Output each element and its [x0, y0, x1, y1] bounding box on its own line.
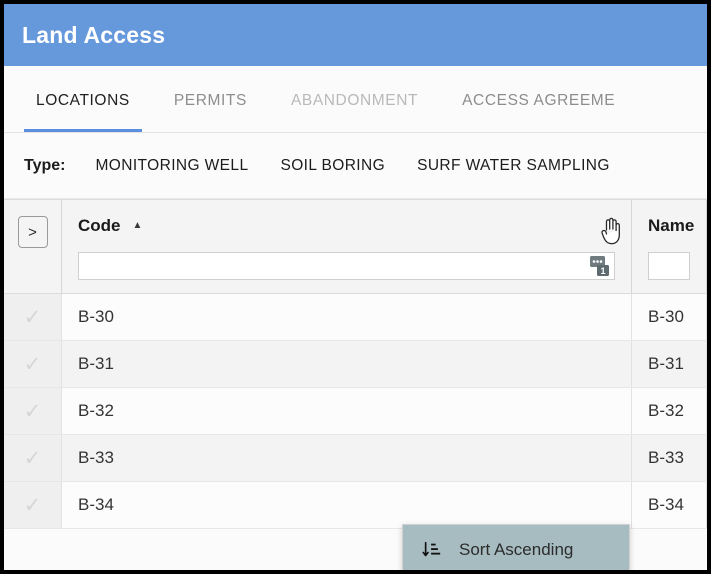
- table-row[interactable]: ✓ B-30 B-30: [4, 294, 707, 341]
- tab-label: ABANDONMENT: [290, 92, 419, 109]
- type-option-soil-boring[interactable]: SOIL BORING: [264, 157, 401, 175]
- cell-code: B-33: [62, 435, 632, 481]
- tab-access-agreements[interactable]: ACCESS AGREEME: [440, 66, 637, 132]
- expand-panel-button[interactable]: >: [17, 216, 48, 248]
- cell-name: B-30: [632, 294, 707, 340]
- tab-abandonment[interactable]: ABANDONMENT: [269, 66, 440, 132]
- tab-label: LOCATIONS: [36, 92, 130, 109]
- column-header-name[interactable]: Name: [632, 200, 707, 293]
- row-select-cell[interactable]: ✓: [4, 388, 62, 434]
- tab-label: PERMITS: [173, 92, 247, 109]
- grid-header-row: > Code ▲ 1 Name: [4, 199, 707, 294]
- column-header-code[interactable]: Code ▲ 1: [62, 200, 632, 293]
- cell-name: B-33: [632, 435, 707, 481]
- check-icon: ✓: [23, 305, 42, 329]
- cell-name: B-31: [632, 341, 707, 387]
- cell-code: B-31: [62, 341, 632, 387]
- name-filter-wrapper: [642, 252, 696, 280]
- check-icon: ✓: [23, 352, 42, 376]
- column-header-name-title: Name: [642, 200, 696, 252]
- data-grid: > Code ▲ 1 Name ✓ B-30 B-30 ✓ B-31 B-31 …: [4, 199, 707, 570]
- row-select-cell[interactable]: ✓: [4, 294, 62, 340]
- grid-body: ✓ B-30 B-30 ✓ B-31 B-31 ✓ B-32 B-32 ✓ B-…: [4, 294, 707, 529]
- table-row[interactable]: ✓ B-31 B-31: [4, 341, 707, 388]
- cell-code: B-32: [62, 388, 632, 434]
- filter-badge-count: 1: [600, 266, 605, 276]
- application-window: Land Access LOCATIONS PERMITS ABANDONMEN…: [4, 4, 707, 570]
- type-filter-bar: Type: MONITORING WELL SOIL BORING SURF W…: [4, 133, 707, 199]
- page-title: Land Access: [22, 21, 166, 48]
- table-row[interactable]: ✓ B-32 B-32: [4, 388, 707, 435]
- column-context-menu: Sort Ascending Sort Descending ✖ R: [402, 524, 630, 570]
- sort-ascending-icon: [417, 540, 447, 560]
- table-row[interactable]: ✓ B-33 B-33: [4, 435, 707, 482]
- row-select-cell[interactable]: ✓: [4, 341, 62, 387]
- menu-item-sort-ascending[interactable]: Sort Ascending: [403, 525, 629, 570]
- check-icon: ✓: [23, 446, 42, 470]
- cell-code: B-30: [62, 294, 632, 340]
- type-option-monitoring-well[interactable]: MONITORING WELL: [79, 157, 264, 175]
- tab-bar: LOCATIONS PERMITS ABANDONMENT ACCESS AGR…: [4, 66, 707, 133]
- cell-name: B-34: [632, 482, 707, 528]
- column-header-code-title: Code ▲: [72, 200, 621, 252]
- cell-name: B-32: [632, 388, 707, 434]
- check-icon: ✓: [23, 399, 42, 423]
- code-filter-input[interactable]: [78, 252, 615, 280]
- check-icon: ✓: [23, 493, 42, 517]
- filter-menu-badge-icon[interactable]: 1: [589, 254, 611, 278]
- row-select-cell[interactable]: ✓: [4, 435, 62, 481]
- type-option-surf-water-sampling[interactable]: SURF WATER SAMPLING: [401, 157, 626, 175]
- tab-permits[interactable]: PERMITS: [152, 66, 269, 132]
- row-select-cell[interactable]: ✓: [4, 482, 62, 528]
- type-filter-label: Type:: [24, 156, 66, 174]
- tab-label: ACCESS AGREEME: [462, 92, 616, 109]
- column-header-label: Name: [648, 216, 695, 235]
- cell-code: B-34: [62, 482, 632, 528]
- tab-locations[interactable]: LOCATIONS: [14, 66, 152, 132]
- name-filter-input[interactable]: [648, 252, 690, 280]
- grid-expand-column-header: >: [4, 200, 62, 293]
- menu-item-label: Sort Ascending: [459, 540, 574, 559]
- title-bar: Land Access: [4, 4, 707, 66]
- code-filter-wrapper: 1: [72, 252, 621, 280]
- column-header-label: Code: [78, 216, 121, 235]
- sort-ascending-caret-icon: ▲: [132, 220, 143, 231]
- table-row[interactable]: ✓ B-34 B-34: [4, 482, 707, 529]
